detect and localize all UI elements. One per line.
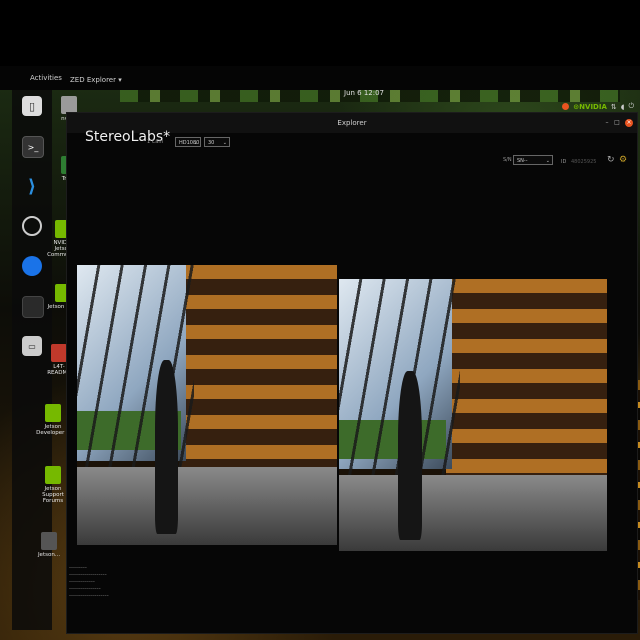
clock[interactable]: Jun 6 12:07 [344, 89, 384, 97]
chevron-down-icon: ⌄ [222, 140, 227, 146]
files-icon[interactable]: ▯ [22, 96, 42, 116]
zed-explorer-icon[interactable] [22, 296, 44, 318]
app-menu[interactable]: ZED Explorer ▾ [70, 76, 122, 84]
person-figure [397, 371, 423, 541]
obs-icon[interactable] [22, 216, 42, 236]
nvidia-icon [45, 404, 61, 422]
right-camera-view [339, 279, 607, 551]
chevron-down-icon: ⌄ [193, 140, 198, 146]
activities-button[interactable]: Activities [30, 74, 62, 82]
volume-icon[interactable]: ◖ [621, 103, 625, 111]
camera-select[interactable]: SN-- ⌄ [513, 155, 553, 165]
desktop-icon-devzone[interactable]: Jetson Developer Z [36, 404, 70, 436]
gear-icon[interactable]: ⚙ [619, 155, 627, 165]
minimize-icon[interactable]: – [603, 119, 611, 127]
window-title: Explorer [337, 119, 367, 127]
camera-label: 1 Cam [147, 139, 164, 145]
explorer-window: Explorer – □ × StereoLabs* 1 Cam HD1080 ⌄… [66, 112, 638, 634]
drive-icon[interactable]: ▭ [22, 336, 42, 356]
ubuntu-icon[interactable] [562, 103, 570, 110]
maximize-icon[interactable]: □ [613, 119, 621, 127]
chromium-icon[interactable] [22, 256, 42, 276]
desktop-icon-forums[interactable]: Jetson Support Forums [36, 466, 70, 504]
serial-value: 48025925 [571, 159, 597, 165]
person-figure [155, 360, 179, 534]
system-tray[interactable]: ⊙NVIDIA ⇅ ◖ ⏻ [562, 102, 634, 111]
resolution-select[interactable]: HD1080 ⌄ [175, 137, 201, 147]
desktop-icon-other[interactable]: Jetson... [32, 532, 66, 558]
fps-select[interactable]: 30 ⌄ [204, 137, 230, 147]
sn-label: S/N [503, 157, 512, 163]
vscode-icon[interactable]: ⟩ [22, 176, 42, 197]
chevron-down-icon: ⌄ [545, 158, 550, 164]
top-bar: Activities ZED Explorer ▾ Jun 6 12:07 ⊙N… [0, 66, 640, 111]
info-panel: --------- ------------------- ----------… [69, 565, 109, 599]
power-icon[interactable]: ⏻ [628, 102, 634, 111]
nvidia-tray-label[interactable]: ⊙NVIDIA [573, 103, 607, 111]
left-camera-view [77, 265, 337, 545]
network-icon[interactable]: ⇅ [611, 103, 617, 111]
close-icon[interactable]: × [625, 119, 633, 127]
file-icon [41, 532, 57, 550]
document-icon [51, 344, 67, 362]
refresh-icon[interactable]: ↻ [607, 155, 615, 165]
nvidia-icon [45, 466, 61, 484]
terminal-icon[interactable]: >_ [22, 136, 44, 158]
serial-label: ID [561, 159, 567, 165]
